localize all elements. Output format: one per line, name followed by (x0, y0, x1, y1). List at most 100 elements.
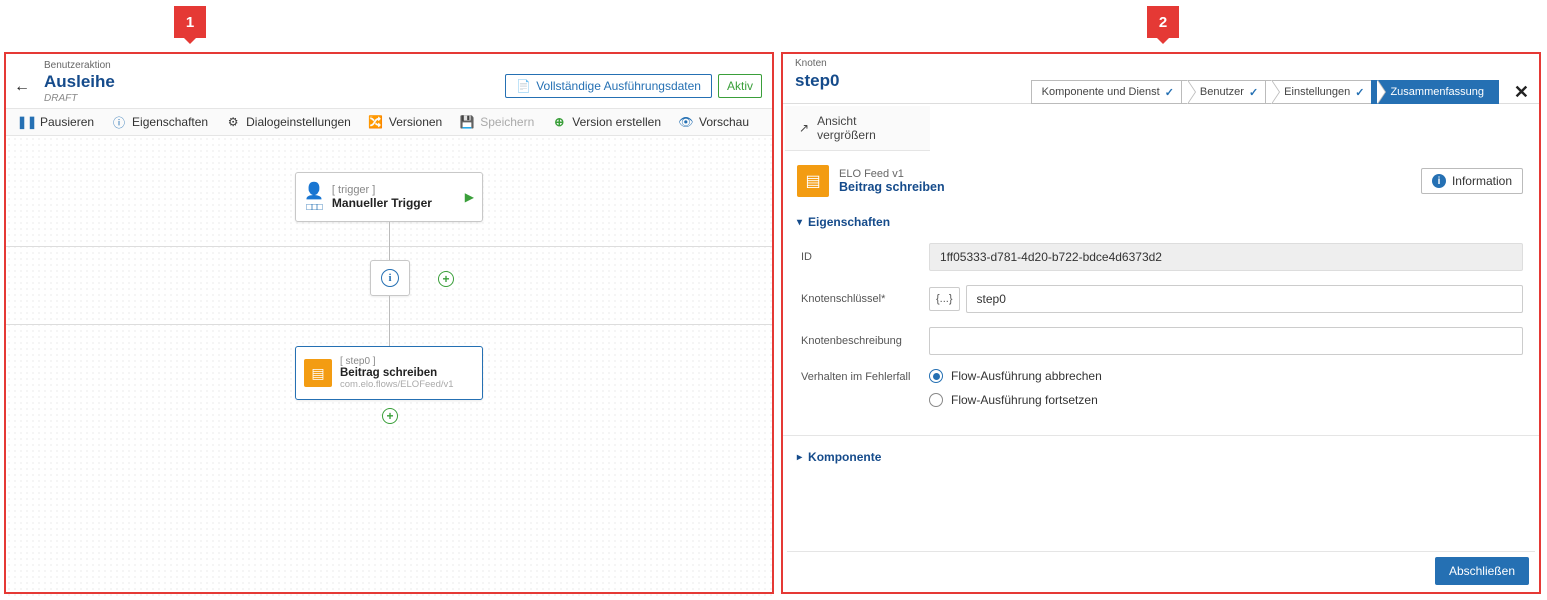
full-execution-data-button[interactable]: 📄 Vollständige Ausführungsdaten (505, 74, 712, 98)
properties-section-header[interactable]: ▾ Eigenschaften (797, 215, 1523, 229)
chevron-right-icon: ▸ (797, 452, 802, 463)
error-behavior-label: Verhalten im Fehlerfall (801, 369, 929, 383)
radio-icon (929, 369, 943, 383)
save-button[interactable]: 💾 Speichern (460, 115, 534, 129)
full-exec-label: Vollständige Ausführungsdaten (536, 79, 701, 93)
radio-icon (929, 393, 943, 407)
id-value-field: 1ff05333-d781-4d20-b722-bdce4d6373d2 (929, 243, 1523, 271)
wizard-step-settings[interactable]: Einstellungen ✓ (1265, 80, 1379, 104)
section-title: Eigenschaften (808, 215, 890, 229)
step-bracket: [ step0 ] (340, 356, 474, 367)
id-row: ID 1ff05333-d781-4d20-b722-bdce4d6373d2 (797, 243, 1523, 271)
wizard-label: Zusammenfassung (1390, 86, 1484, 98)
versions-button[interactable]: 🔀 Versionen (369, 115, 442, 129)
add-node-button[interactable]: + (382, 408, 398, 424)
wizard-label: Benutzer (1200, 86, 1244, 98)
node-details-panel: Knoten step0 Komponente und Dienst ✓ Ben… (781, 52, 1541, 594)
dialog-settings-button[interactable]: ⚙ Dialogeinstellungen (226, 115, 351, 129)
step-name: Beitrag schreiben (340, 367, 474, 379)
info-icon: i (1432, 174, 1446, 188)
details-body: ▤ ELO Feed v1 Beitrag schreiben i Inform… (783, 151, 1539, 492)
save-icon: 💾 (460, 115, 474, 129)
key-row: Knotenschlüssel* {...} (797, 285, 1523, 313)
component-header-row: ▤ ELO Feed v1 Beitrag schreiben i Inform… (797, 165, 1523, 197)
description-input[interactable] (929, 327, 1523, 355)
radio-continue[interactable]: Flow-Ausführung fortsetzen (929, 393, 1523, 407)
check-icon: ✓ (1249, 86, 1258, 99)
description-label: Knotenbeschreibung (801, 335, 929, 347)
key-input[interactable] (966, 285, 1523, 313)
expand-icon: ↗ (799, 121, 809, 135)
check-icon: ✓ (1355, 86, 1364, 99)
properties-button[interactable]: ⓘ Eigenschaften (112, 115, 208, 129)
key-label: Knotenschlüssel* (801, 293, 929, 305)
branch-icon: 🔀 (369, 115, 383, 129)
step-subtitle: com.elo.flows/ELOFeed/v1 (340, 379, 474, 390)
wizard-steps: Komponente und Dienst ✓ Benutzer ✓ Einst… (1031, 80, 1499, 104)
connector-line (389, 296, 390, 346)
details-footer: Abschließen (787, 551, 1535, 590)
expand-view-button[interactable]: ↗ Ansicht vergrößern (785, 106, 930, 151)
designer-toolbar: ❚❚ Pausieren ⓘ Eigenschaften ⚙ Dialogein… (6, 108, 772, 136)
pause-label: Pausieren (40, 115, 94, 129)
radio-label: Flow-Ausführung abbrechen (951, 369, 1102, 383)
info-circle-icon: i (381, 269, 399, 287)
submit-button[interactable]: Abschließen (1435, 557, 1529, 585)
component-section-header[interactable]: ▸ Komponente (797, 450, 1523, 464)
eye-icon: 👁 (679, 115, 693, 129)
preview-button[interactable]: 👁 Vorschau (679, 115, 749, 129)
id-label: ID (801, 251, 929, 263)
information-button[interactable]: i Information (1421, 168, 1523, 194)
step0-node[interactable]: ▤ [ step0 ] Beitrag schreiben com.elo.fl… (295, 346, 483, 400)
versions-label: Versionen (389, 115, 442, 129)
save-label: Speichern (480, 115, 534, 129)
connector-line (389, 222, 390, 260)
trigger-labels: [ trigger ] Manueller Trigger (332, 184, 457, 210)
callout-badge-1: 1 (174, 6, 206, 38)
feed-icon: ▤ (304, 359, 332, 387)
expand-label: Ansicht vergrößern (817, 114, 916, 142)
section-title: Komponente (808, 450, 881, 464)
flow-canvas[interactable]: 👤 □□□ [ trigger ] Manueller Trigger ▶ i … (6, 136, 772, 596)
document-icon: 📄 (516, 79, 531, 93)
step-labels: [ step0 ] Beitrag schreiben com.elo.flow… (340, 356, 474, 390)
info-icon: ⓘ (112, 115, 126, 129)
add-node-button[interactable]: + (438, 271, 454, 287)
user-icon: 👤 (304, 181, 324, 201)
radio-abort[interactable]: Flow-Ausführung abbrechen (929, 369, 1523, 383)
designer-header: ← Benutzeraktion Ausleihe DRAFT 📄 Vollst… (6, 54, 772, 108)
gear-icon: ⚙ (226, 115, 240, 129)
description-row: Knotenbeschreibung (797, 327, 1523, 355)
close-icon[interactable]: ✕ (1514, 82, 1529, 103)
preview-label: Vorschau (699, 115, 749, 129)
flow-type-label: Benutzeraktion (44, 60, 760, 71)
create-version-label: Version erstellen (572, 115, 661, 129)
information-label: Information (1452, 174, 1512, 188)
details-type-label: Knoten (795, 58, 1527, 69)
back-arrow-icon[interactable]: ← (14, 78, 30, 96)
header-buttons: 📄 Vollständige Ausführungsdaten Aktiv (505, 74, 762, 98)
pause-icon: ❚❚ (20, 115, 34, 129)
trigger-node[interactable]: 👤 □□□ [ trigger ] Manueller Trigger ▶ (295, 172, 483, 222)
wizard-label: Komponente und Dienst (1042, 86, 1160, 98)
check-icon: ✓ (1165, 86, 1174, 99)
dialog-label: Dialogeinstellungen (246, 115, 351, 129)
component-version: ELO Feed v1 (839, 168, 945, 180)
trigger-name: Manueller Trigger (332, 196, 457, 210)
wizard-step-summary[interactable]: Zusammenfassung (1371, 80, 1499, 104)
component-labels: ELO Feed v1 Beitrag schreiben (839, 168, 945, 194)
expression-picker-button[interactable]: {...} (929, 287, 960, 311)
active-status-button[interactable]: Aktiv (718, 74, 762, 98)
chevron-down-icon: ▾ (797, 217, 802, 228)
plus-circle-icon: ⊕ (552, 115, 566, 129)
create-version-button[interactable]: ⊕ Version erstellen (552, 115, 661, 129)
blocks-icon: □□□ (306, 202, 321, 213)
info-node[interactable]: i (370, 260, 410, 296)
play-icon[interactable]: ▶ (465, 190, 474, 204)
radio-label: Flow-Ausführung fortsetzen (951, 393, 1098, 407)
wizard-step-component[interactable]: Komponente und Dienst ✓ (1031, 80, 1189, 104)
details-header: Knoten step0 Komponente und Dienst ✓ Ben… (783, 54, 1539, 104)
feed-icon: ▤ (797, 165, 829, 197)
component-title: Beitrag schreiben (839, 180, 945, 194)
pause-button[interactable]: ❚❚ Pausieren (20, 115, 94, 129)
